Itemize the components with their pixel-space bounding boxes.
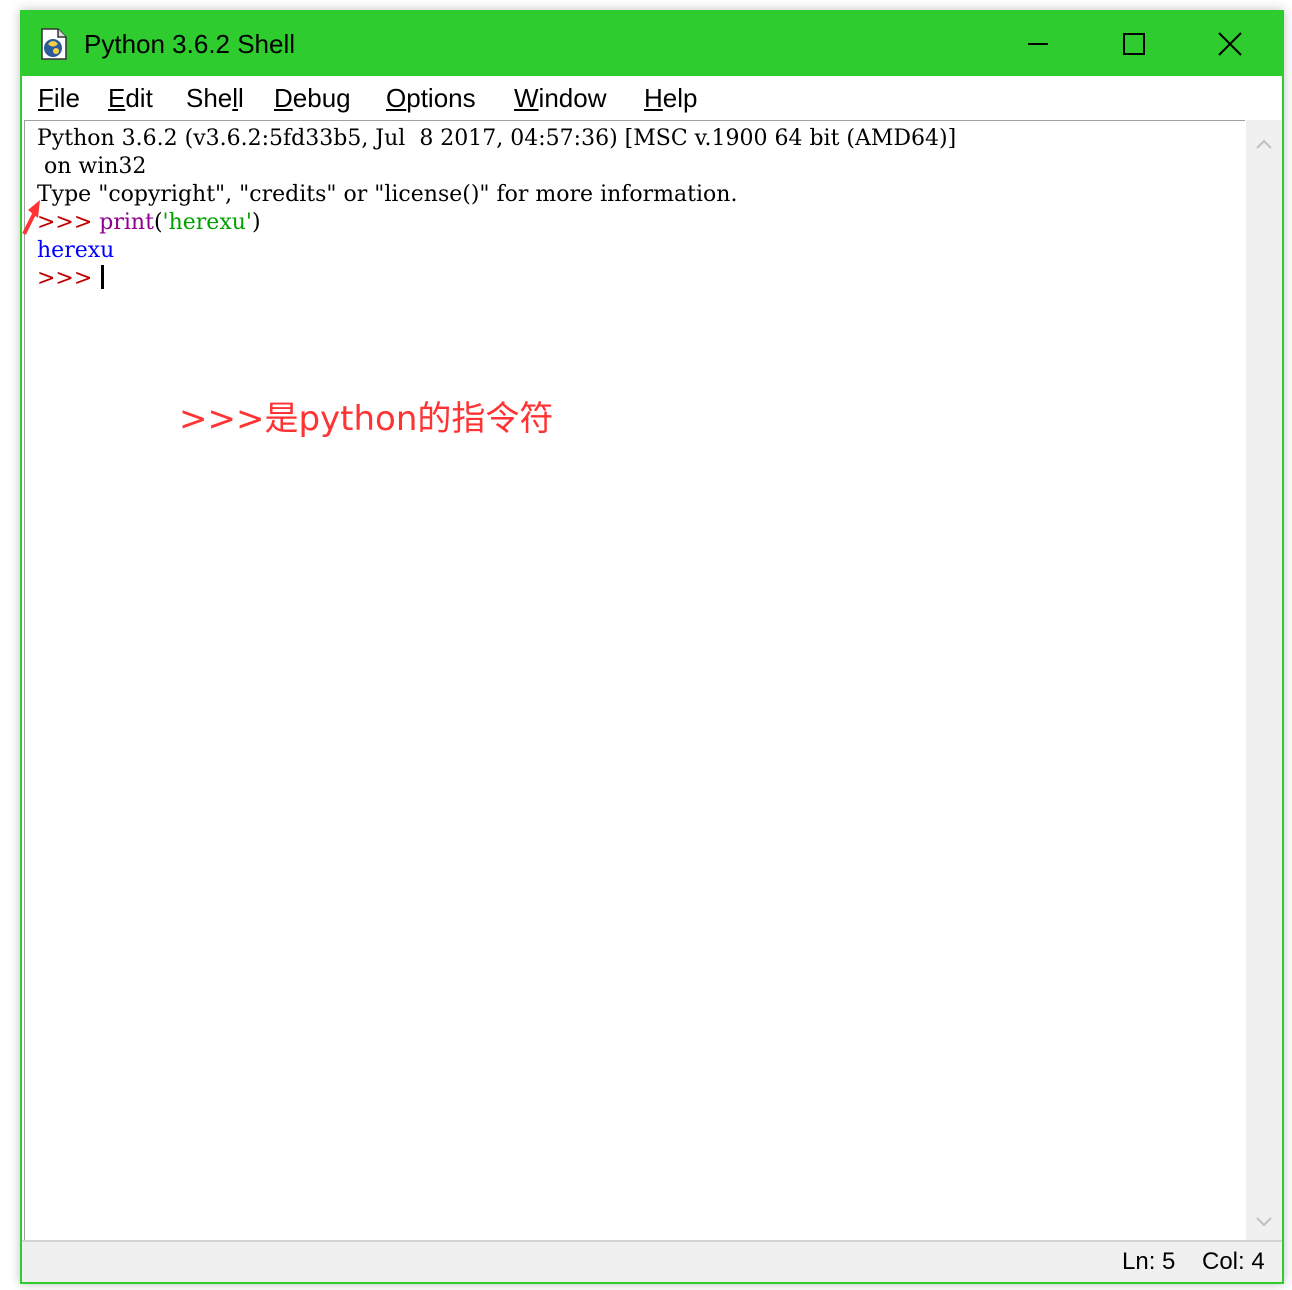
- scroll-down-button[interactable]: [1246, 1208, 1282, 1236]
- shell-output: Python 3.6.2 (v3.6.2:5fd33b5, Jul 8 2017…: [37, 125, 956, 293]
- code-paren-open: (: [153, 210, 163, 235]
- python-idle-icon: [41, 28, 67, 60]
- menu-shell[interactable]: Shell: [186, 82, 244, 114]
- chevron-down-icon: [1256, 1217, 1272, 1227]
- close-button[interactable]: [1182, 12, 1278, 76]
- shell-text-area[interactable]: Python 3.6.2 (v3.6.2:5fd33b5, Jul 8 2017…: [24, 120, 1245, 1245]
- status-column: Col: 4: [1202, 1248, 1265, 1275]
- code-string: 'herexu': [162, 210, 252, 235]
- banner-line-2: on win32: [37, 154, 147, 179]
- scroll-up-button[interactable]: [1246, 130, 1282, 158]
- menu-file[interactable]: File: [38, 82, 80, 114]
- idle-shell-window: Python 3.6.2 Shell File Edit Shell Debug…: [20, 10, 1284, 1284]
- status-line: Ln: 5: [1122, 1248, 1176, 1275]
- red-arrow-icon: [22, 200, 40, 235]
- close-icon: [1218, 32, 1242, 56]
- code-builtin: print: [99, 210, 154, 235]
- code-paren-close: ): [251, 210, 261, 235]
- banner-line-1: Python 3.6.2 (v3.6.2:5fd33b5, Jul 8 2017…: [37, 126, 957, 151]
- minimize-icon: [1028, 43, 1048, 45]
- menu-options[interactable]: Options: [386, 82, 476, 114]
- window-title: Python 3.6.2 Shell: [84, 29, 296, 59]
- menu-bar: File Edit Shell Debug Options Window Hel…: [22, 76, 1282, 120]
- minimize-button[interactable]: [990, 12, 1086, 76]
- shell-prompt-current: >>>: [37, 266, 100, 291]
- title-bar[interactable]: Python 3.6.2 Shell: [22, 12, 1282, 76]
- menu-edit[interactable]: Edit: [108, 82, 153, 114]
- chevron-up-icon: [1256, 139, 1272, 149]
- menu-help[interactable]: Help: [644, 82, 697, 114]
- text-cursor: [101, 265, 105, 289]
- menu-window[interactable]: Window: [514, 82, 606, 114]
- program-output: herexu: [37, 238, 115, 263]
- annotation-label: >>>是python的指令符: [179, 399, 554, 439]
- status-bar: Ln: 5 Col: 4: [22, 1240, 1282, 1282]
- maximize-icon: [1123, 33, 1145, 55]
- banner-line-3: Type "copyright", "credits" or "license(…: [37, 182, 738, 207]
- vertical-scrollbar[interactable]: [1246, 120, 1282, 1244]
- menu-debug[interactable]: Debug: [274, 82, 351, 114]
- maximize-button[interactable]: [1086, 12, 1182, 76]
